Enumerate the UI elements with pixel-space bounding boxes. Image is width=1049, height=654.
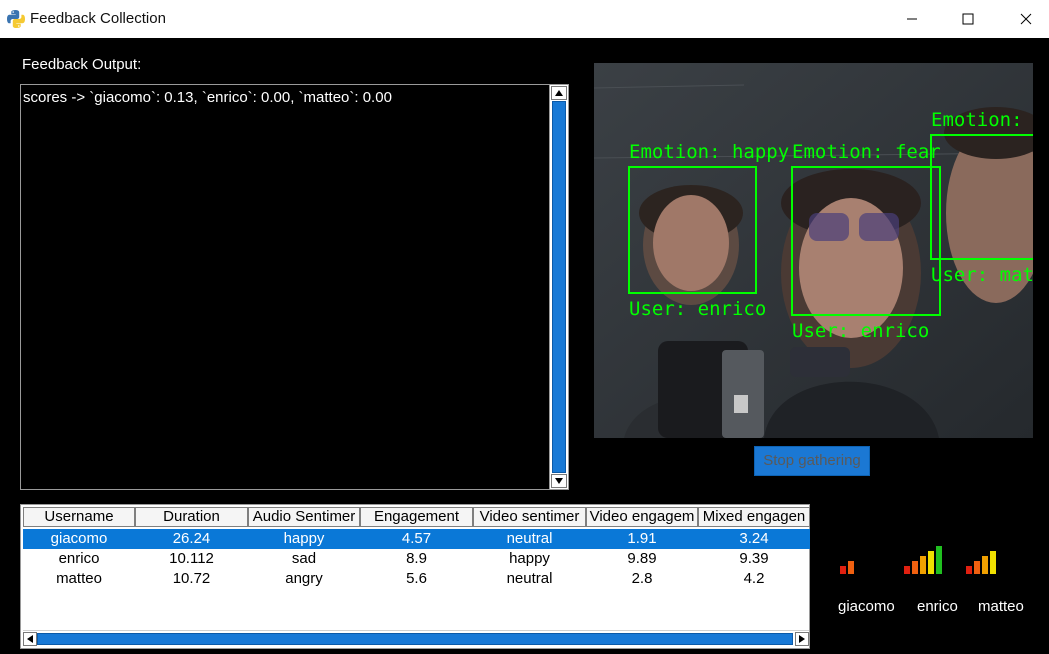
meter-label-giacomo: giacomo: [838, 598, 895, 615]
emotion-label-2: Emotion: fear: [792, 141, 941, 163]
meter-bar: [990, 551, 996, 574]
meter-bar: [848, 561, 854, 574]
table-cell: 8.9: [406, 550, 427, 567]
engagement-meter-giacomo: [840, 561, 854, 574]
engagement-meter-enrico: [904, 546, 942, 574]
meter-label-enrico: enrico: [917, 598, 958, 615]
scroll-down-button[interactable]: [551, 474, 567, 488]
emotion-label-1: Emotion: happy: [629, 141, 790, 163]
table-cell: happy: [509, 550, 550, 567]
title-bar: Feedback Collection: [0, 0, 1049, 38]
table-cell: 4.2: [743, 570, 765, 587]
scrollbar-thumb[interactable]: [552, 101, 566, 473]
table-cell: 9.39: [739, 550, 769, 567]
table-cell: 2.8: [631, 570, 653, 587]
table-cell: giacomo: [50, 530, 108, 547]
table-cell: neutral: [506, 570, 553, 587]
arrow-right-icon: [799, 635, 805, 643]
scroll-right-button[interactable]: [795, 632, 809, 646]
column-header[interactable]: Username: [23, 507, 135, 527]
meter-bar: [982, 556, 988, 574]
column-header[interactable]: Mixed engagen: [698, 507, 810, 527]
table-row[interactable]: matteo 10.72 angry 5.6 neutral 2.8 4.2: [23, 569, 810, 589]
meter-bar: [912, 561, 918, 574]
table-cell: 3.24: [739, 530, 769, 547]
meter-bar: [840, 566, 846, 574]
feedback-output-textarea[interactable]: scores -> `giacomo`: 0.13, `enrico`: 0.0…: [20, 84, 569, 490]
table-row[interactable]: giacomo 26.24 happy 4.57 neutral 1.91 3.…: [23, 529, 810, 549]
minimize-button[interactable]: [889, 0, 935, 38]
meter-bar: [928, 551, 934, 574]
table-cell: enrico: [58, 550, 100, 567]
meter-bar: [974, 561, 980, 574]
meter-bar: [966, 566, 972, 574]
table-header: Username Duration Audio Sentimer Engagem…: [23, 507, 810, 527]
scrollbar-thumb[interactable]: [37, 633, 793, 645]
table-cell: 10.112: [169, 550, 214, 567]
column-header[interactable]: Duration: [135, 507, 248, 527]
table-horizontal-scrollbar[interactable]: [23, 630, 809, 646]
scroll-left-button[interactable]: [23, 632, 37, 646]
emotion-label-3: Emotion: e: [931, 109, 1033, 131]
table-cell: 1.91: [627, 530, 657, 547]
user-label-2: User: enrico: [792, 320, 930, 342]
results-table[interactable]: Username Duration Audio Sentimer Engagem…: [20, 504, 810, 649]
maximize-button[interactable]: [945, 0, 991, 38]
close-button[interactable]: [1003, 0, 1049, 38]
table-cell: angry: [285, 570, 323, 587]
meter-bar: [936, 546, 942, 574]
arrow-left-icon: [27, 635, 33, 643]
table-cell: 5.6: [406, 570, 427, 587]
meter-bar: [920, 556, 926, 574]
table-row[interactable]: enrico 10.112 sad 8.9 happy 9.89 9.39: [23, 549, 810, 569]
column-header[interactable]: Video sentimer: [473, 507, 586, 527]
maximize-icon: [962, 13, 974, 25]
table-cell: sad: [291, 550, 317, 567]
arrow-down-icon: [555, 478, 563, 484]
column-header[interactable]: Engagement: [360, 507, 473, 527]
face-box-3: [930, 134, 1033, 260]
engagement-meter-matteo: [966, 551, 996, 574]
user-label-3: User: matt: [931, 264, 1033, 286]
user-label-1: User: enrico: [629, 298, 767, 320]
feedback-output-text: scores -> `giacomo`: 0.13, `enrico`: 0.0…: [23, 89, 392, 106]
face-box-2: [791, 166, 941, 316]
minimize-icon: [907, 18, 917, 20]
table-cell: happy: [283, 530, 325, 547]
table-cell: matteo: [56, 570, 102, 587]
table-cell: 10.72: [172, 570, 211, 587]
column-header[interactable]: Audio Sentimer: [248, 507, 360, 527]
arrow-up-icon: [555, 90, 563, 96]
column-header[interactable]: Video engagem: [586, 507, 698, 527]
table-cell: 26.24: [172, 530, 211, 547]
python-icon: [7, 10, 25, 28]
meter-label-matteo: matteo: [978, 598, 1024, 615]
meter-bar: [904, 566, 910, 574]
table-cell: neutral: [506, 530, 553, 547]
stop-gathering-button[interactable]: Stop gathering: [754, 446, 870, 476]
feedback-vertical-scrollbar[interactable]: [549, 85, 568, 489]
scroll-up-button[interactable]: [551, 86, 567, 100]
camera-feed: Emotion: happy User: enrico Emotion: fea…: [594, 63, 1033, 438]
close-icon: [1020, 13, 1032, 25]
table-cell: 4.57: [401, 530, 432, 547]
face-box-1: [628, 166, 757, 294]
table-cell: 9.89: [627, 550, 657, 567]
feedback-output-label: Feedback Output:: [22, 56, 142, 73]
window-title: Feedback Collection: [30, 10, 166, 27]
